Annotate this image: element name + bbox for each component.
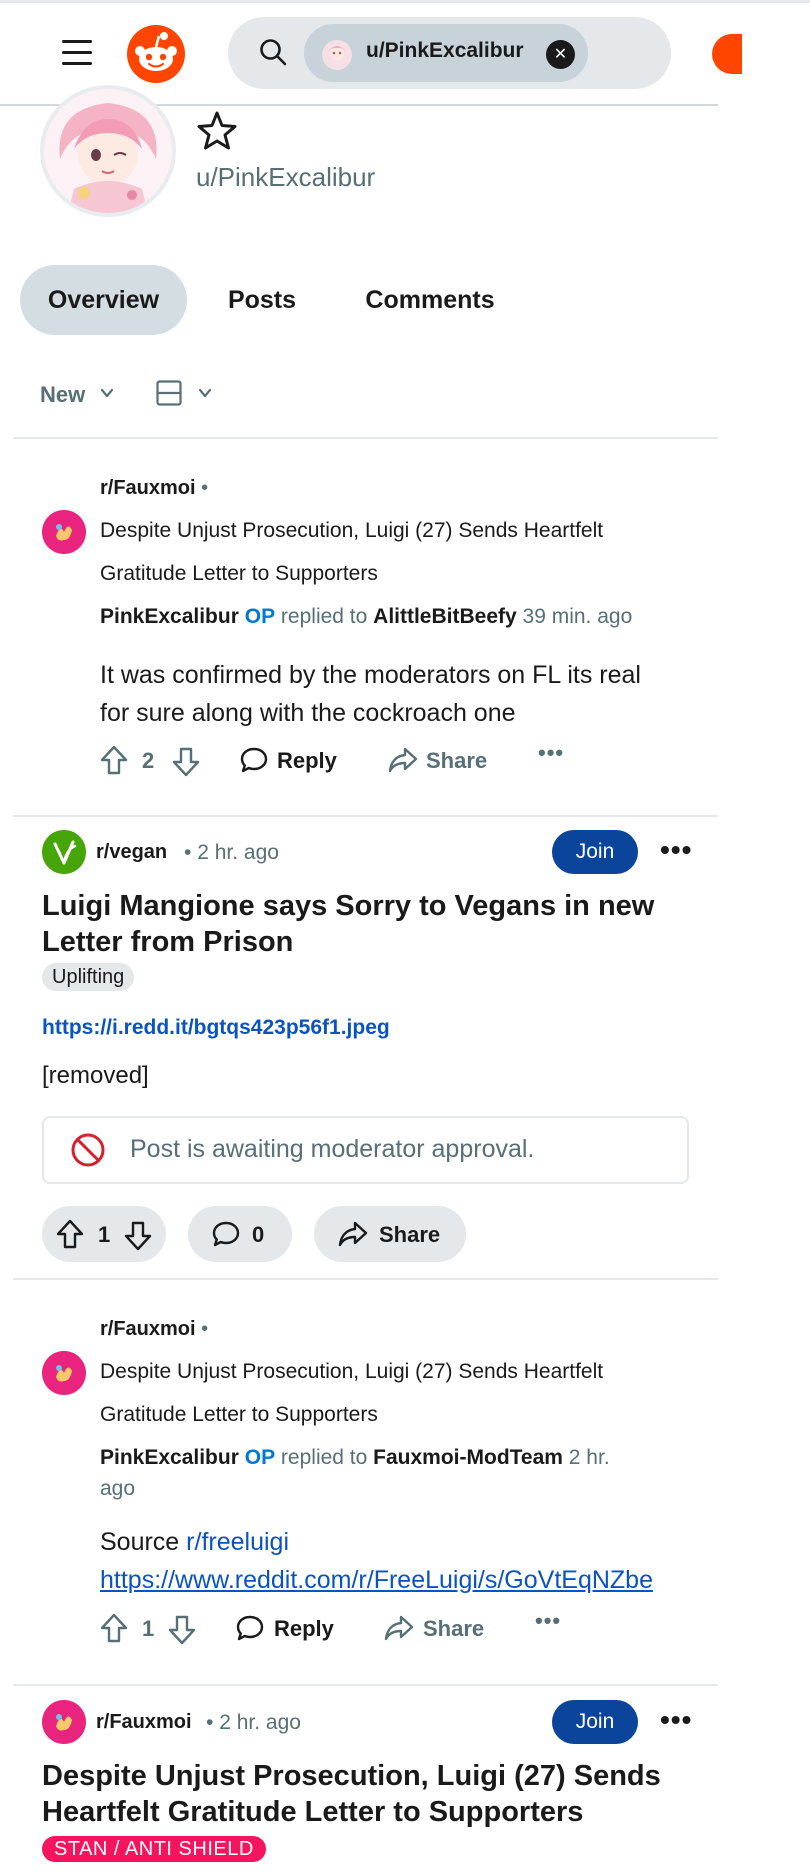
comment-score: 1	[142, 1616, 155, 1641]
comment-author[interactable]: PinkExcalibur	[100, 1446, 239, 1469]
more-options-icon[interactable]: •••	[538, 740, 564, 766]
subreddit-avatar	[42, 510, 86, 554]
comment-post-title-cont[interactable]: Gratitude Letter to Supporters	[100, 1403, 378, 1427]
subreddit-avatar	[42, 1351, 86, 1395]
more-options-icon[interactable]: •••	[535, 1608, 561, 1634]
share-icon[interactable]	[338, 1220, 368, 1248]
comment-post-title[interactable]: Despite Unjust Prosecution, Luigi (27) S…	[100, 519, 603, 543]
view-layout-icon[interactable]	[156, 380, 182, 406]
downvote-icon[interactable]	[124, 1221, 152, 1251]
comment-icon[interactable]	[212, 1220, 240, 1248]
share-button[interactable]: Share	[423, 1616, 484, 1642]
reddit-logo-icon[interactable]	[126, 24, 186, 84]
star-icon[interactable]	[196, 110, 238, 152]
replied-to-user[interactable]: Fauxmoi-ModTeam	[373, 1446, 563, 1469]
close-icon[interactable]: ✕	[546, 40, 575, 69]
comment-post-title-cont[interactable]: Gratitude Letter to Supporters	[100, 562, 378, 586]
search-icon[interactable]	[258, 37, 288, 67]
feed-divider	[13, 1278, 718, 1280]
post-link[interactable]: https://i.redd.it/bgtqs423p56f1.jpeg	[42, 1016, 390, 1040]
comment-meta: PinkExcalibur OP replied to Fauxmoi-ModT…	[100, 1446, 610, 1470]
replied-to-user[interactable]: AlittleBitBeefy	[373, 605, 517, 628]
op-badge: OP	[244, 605, 276, 628]
post-subreddit[interactable]: r/Fauxmoi	[96, 1711, 192, 1734]
moderation-notice-text: Post is awaiting moderator approval.	[130, 1135, 535, 1163]
share-button[interactable]: Share	[379, 1222, 440, 1248]
comment-score: 2	[142, 748, 155, 773]
menu-icon[interactable]	[60, 36, 94, 70]
url-link[interactable]: https://www.reddit.com/r/FreeLuigi/s/GoV…	[100, 1566, 653, 1594]
reply-icon[interactable]	[236, 1614, 264, 1642]
feed-divider	[13, 815, 718, 817]
search-chip-label: u/PinkExcalibur	[366, 39, 524, 62]
replied-to-text: replied to	[280, 1446, 368, 1469]
downvote-icon[interactable]	[172, 747, 200, 777]
reply-button[interactable]: Reply	[274, 1616, 334, 1642]
profile-avatar	[40, 85, 176, 217]
share-button[interactable]: Share	[426, 748, 487, 774]
reply-icon[interactable]	[240, 746, 268, 774]
chevron-down-icon[interactable]	[100, 386, 114, 400]
replied-to-text: replied to	[280, 605, 368, 628]
feed-divider	[13, 437, 718, 439]
comment-time: 39 min. ago	[522, 605, 633, 628]
share-icon[interactable]	[384, 1614, 414, 1642]
comment-subreddit[interactable]: r/Fauxmoi •	[100, 477, 208, 500]
join-button[interactable]: Join	[552, 1700, 638, 1744]
post-flair[interactable]: STAN / ANTI SHIELD	[42, 1836, 266, 1862]
join-button[interactable]: Join	[552, 830, 638, 874]
subreddit-link[interactable]: r/freeluigi	[186, 1528, 289, 1556]
upvote-icon[interactable]	[100, 1613, 128, 1643]
comment-body: Source r/freeluigi https://www.reddit.co…	[100, 1528, 653, 1594]
reply-button[interactable]: Reply	[277, 748, 337, 774]
blocked-icon	[70, 1132, 106, 1168]
post-title[interactable]: Luigi Mangione says Sorry to Vegans in n…	[42, 888, 654, 960]
comment-author[interactable]: PinkExcalibur	[100, 605, 239, 628]
subreddit-avatar	[42, 830, 86, 874]
tab-posts[interactable]: Posts	[210, 265, 314, 335]
comment-count: 0	[252, 1222, 265, 1247]
chip-avatar	[322, 40, 352, 70]
top-edge	[0, 0, 810, 3]
comment-subreddit[interactable]: r/Fauxmoi •	[100, 1318, 208, 1341]
sort-dropdown[interactable]: New	[40, 382, 85, 408]
comment-time-cont: ago	[100, 1477, 136, 1500]
post-time: • 2 hr. ago	[206, 1711, 301, 1734]
upvote-icon[interactable]	[56, 1219, 84, 1249]
comment-body: It was confirmed by the moderators on FL…	[100, 661, 641, 727]
upvote-icon[interactable]	[100, 745, 128, 775]
post-title[interactable]: Despite Unjust Prosecution, Luigi (27) S…	[42, 1758, 661, 1830]
more-options-icon[interactable]: •••	[660, 1704, 692, 1736]
profile-username: u/PinkExcalibur	[196, 162, 376, 192]
removed-text: [removed]	[42, 1062, 149, 1089]
comment-post-title[interactable]: Despite Unjust Prosecution, Luigi (27) S…	[100, 1360, 603, 1384]
share-icon[interactable]	[388, 746, 418, 774]
chevron-down-icon[interactable]	[198, 386, 212, 400]
tab-comments[interactable]: Comments	[348, 265, 512, 335]
comments-button[interactable]	[188, 1206, 292, 1262]
post-score: 1	[98, 1222, 111, 1247]
more-options-icon[interactable]: •••	[660, 834, 692, 866]
feed-divider	[13, 1684, 718, 1686]
comment-meta: PinkExcalibur OP replied to AlittleBitBe…	[100, 605, 632, 629]
comment-time: 2 hr.	[568, 1446, 610, 1469]
user-avatar-icon[interactable]	[712, 34, 742, 74]
op-badge: OP	[244, 1446, 276, 1469]
tab-overview[interactable]: Overview	[20, 265, 187, 335]
post-flair[interactable]: Uplifting	[42, 963, 135, 991]
post-time: • 2 hr. ago	[184, 841, 279, 864]
subreddit-avatar	[42, 1700, 86, 1744]
downvote-icon[interactable]	[168, 1615, 196, 1645]
post-subreddit[interactable]: r/vegan	[96, 841, 167, 864]
